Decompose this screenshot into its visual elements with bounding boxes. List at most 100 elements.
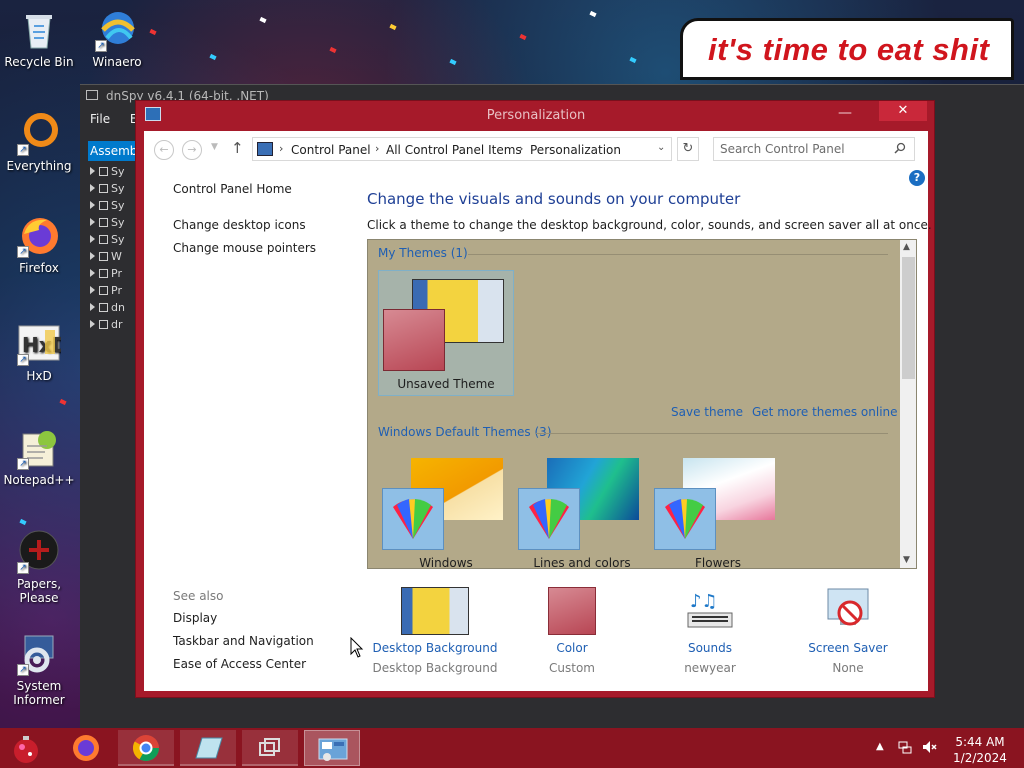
address-dropdown-chevron-icon[interactable]: ⌄: [657, 142, 665, 153]
personalization-window[interactable]: Personalization — ✕ ← → ▼ ↑ › Control Pa…: [135, 100, 935, 698]
recent-locations-button[interactable]: ▼: [211, 142, 218, 152]
search-box[interactable]: [713, 137, 915, 161]
show-hidden-icons-chevron-icon[interactable]: ▲: [876, 741, 884, 752]
page-subtitle: Click a theme to change the desktop back…: [367, 218, 932, 232]
taskbar-dnspy[interactable]: [242, 730, 298, 766]
bottom-item-label: Screen Saver: [808, 641, 888, 655]
breadcrumb-separator-icon: ›: [375, 142, 380, 155]
refresh-button[interactable]: ↻: [677, 137, 699, 161]
theme-thumbnail-color: [654, 488, 716, 550]
tree-row[interactable]: Sy: [90, 233, 125, 250]
default-themes-heading: Windows Default Themes (3): [378, 425, 552, 439]
address-bar[interactable]: › Control Panel › All Control Panel Item…: [252, 137, 672, 161]
color-button[interactable]: Color Custom: [507, 587, 637, 675]
minimize-button[interactable]: —: [832, 105, 858, 125]
my-themes-heading: My Themes (1): [378, 246, 468, 260]
desktop-icon-papers-please[interactable]: ↗ Papers, Please: [1, 530, 77, 605]
desktop-icon-everything[interactable]: ↗ Everything: [1, 112, 77, 173]
theme-unsaved[interactable]: Unsaved Theme: [378, 270, 514, 396]
themes-scrollbar[interactable]: ▲ ▼: [900, 240, 916, 568]
color-fan-icon: [665, 499, 705, 539]
back-button[interactable]: ←: [154, 140, 174, 160]
get-more-themes-link[interactable]: Get more themes online: [752, 405, 898, 419]
help-button[interactable]: ?: [909, 170, 925, 186]
forward-button[interactable]: →: [182, 140, 202, 160]
taskbar-notepad[interactable]: [180, 730, 236, 766]
theme-flowers[interactable]: Flowers: [650, 450, 786, 568]
group-divider: [468, 254, 888, 255]
tree-row[interactable]: Sy: [90, 199, 125, 216]
desktop-background-button[interactable]: Desktop Background Desktop Background: [370, 587, 500, 675]
save-theme-link[interactable]: Save theme: [671, 405, 743, 419]
assembly-icon: [99, 303, 108, 312]
themes-list[interactable]: My Themes (1) Unsaved Theme Save theme G…: [367, 239, 917, 569]
everything-icon: ↗: [17, 112, 61, 156]
recycle-bin-icon: [17, 8, 61, 52]
taskbar-personalization[interactable]: [304, 730, 360, 766]
theme-label: Unsaved Theme: [397, 377, 495, 391]
shortcut-arrow-icon: ↗: [17, 144, 29, 156]
desktop-icon-notepadpp[interactable]: ↗ Notepad++: [1, 426, 77, 487]
breadcrumb-all-items[interactable]: All Control Panel Items: [386, 143, 522, 157]
see-also-heading: See also: [173, 589, 224, 603]
tree-row[interactable]: Sy: [90, 216, 125, 233]
scroll-up-icon[interactable]: ▲: [903, 242, 910, 252]
firefox-icon: ↗: [17, 214, 61, 258]
desktop-icon-system-informer[interactable]: ↗ System Informer: [1, 632, 77, 707]
start-button[interactable]: [0, 730, 52, 766]
display-link[interactable]: Display: [173, 611, 217, 625]
system-informer-icon: ↗: [17, 632, 61, 676]
desktop-icon-hxd[interactable]: HxD ↗ HxD: [1, 322, 77, 383]
tree-row[interactable]: W: [90, 250, 125, 267]
scroll-down-icon[interactable]: ▼: [903, 555, 910, 565]
taskbar-firefox[interactable]: [58, 730, 114, 766]
expand-icon: [90, 269, 95, 277]
desktop-icon-label: Everything: [6, 159, 72, 173]
desktop-icon-recycle-bin[interactable]: Recycle Bin: [1, 8, 77, 69]
dnspy-icon: [259, 738, 280, 756]
search-input[interactable]: [720, 141, 888, 157]
network-icon[interactable]: [898, 740, 912, 754]
desktop-icon-firefox[interactable]: ↗ Firefox: [1, 214, 77, 275]
close-button[interactable]: ✕: [879, 101, 927, 121]
change-desktop-icons-link[interactable]: Change desktop icons: [173, 218, 306, 232]
scrollbar-thumb[interactable]: [902, 257, 915, 379]
taskbar-navigation-link[interactable]: Taskbar and Navigation: [173, 634, 314, 648]
search-icon: [894, 142, 906, 154]
tree-row-label: dr: [111, 318, 123, 331]
volume-muted-icon[interactable]: [922, 740, 938, 754]
tree-row[interactable]: Sy: [90, 182, 125, 199]
sounds-button[interactable]: ♪♫ Sounds newyear: [645, 587, 775, 675]
desktop-icon-label: Papers, Please: [16, 577, 62, 605]
taskbar-clock[interactable]: 5:44 AM 1/2/2024: [950, 734, 1010, 766]
window-title-bar[interactable]: Personalization — ✕: [136, 101, 936, 131]
change-mouse-pointers-link[interactable]: Change mouse pointers: [173, 241, 316, 255]
up-button[interactable]: ↑: [231, 139, 244, 157]
papers-please-icon: ↗: [17, 530, 61, 574]
bottom-item-label: Sounds: [687, 641, 733, 655]
tree-row[interactable]: Pr: [90, 267, 125, 284]
background-preview: [401, 587, 469, 635]
theme-lines-and-colors[interactable]: Lines and colors: [514, 450, 650, 568]
hxd-icon: HxD ↗: [17, 322, 68, 366]
theme-windows[interactable]: Windows: [378, 450, 514, 568]
control-panel-home-link[interactable]: Control Panel Home: [173, 182, 292, 196]
desktop-icon-winaero[interactable]: ↗ Winaero: [79, 8, 155, 69]
dnspy-menu-file[interactable]: File: [90, 112, 110, 126]
breadcrumb-personalization[interactable]: Personalization: [530, 143, 621, 157]
wallpaper-confetti: [209, 53, 217, 61]
arrow-right-icon: →: [187, 143, 197, 156]
taskbar-chrome[interactable]: [118, 730, 174, 766]
breadcrumb-control-panel[interactable]: Control Panel: [291, 143, 371, 157]
expand-icon: [90, 184, 95, 192]
tree-row[interactable]: Pr: [90, 284, 125, 301]
tree-row[interactable]: Sy: [90, 165, 125, 182]
wallpaper-confetti: [589, 10, 597, 18]
tree-row[interactable]: dn: [90, 301, 125, 318]
screen-saver-button[interactable]: Screen Saver None: [783, 587, 913, 675]
mouse-cursor-icon: [350, 637, 364, 658]
chrome-icon: [132, 735, 160, 762]
color-swatch: [548, 587, 596, 635]
ease-of-access-link[interactable]: Ease of Access Center: [173, 657, 306, 671]
tree-row[interactable]: dr: [90, 318, 125, 335]
